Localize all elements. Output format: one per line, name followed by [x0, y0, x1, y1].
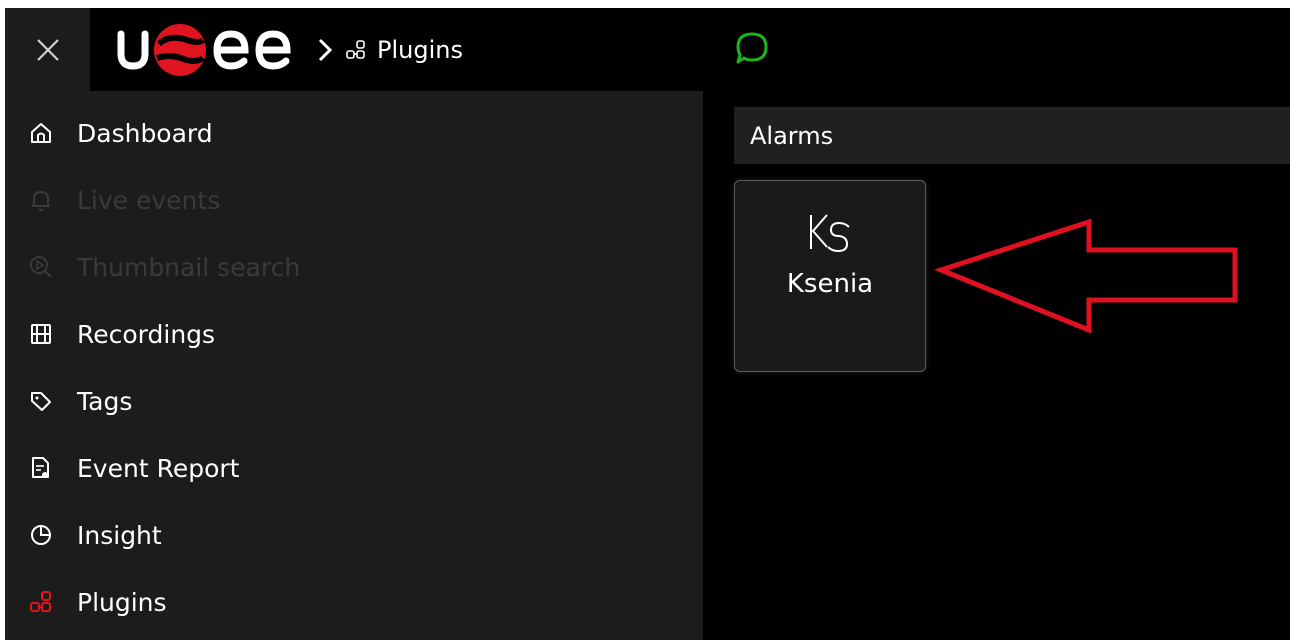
chevron-right-icon: [317, 37, 333, 63]
sidebar-item-label: Dashboard: [77, 118, 213, 148]
breadcrumb-current: Plugins: [377, 36, 463, 64]
home-icon: [29, 121, 53, 145]
app-window: Plugins Dashboard Live events Thumbnail …: [5, 8, 1290, 640]
chat-bubble-icon: [736, 32, 768, 64]
plugin-card-ksenia[interactable]: Ksenia: [734, 180, 926, 372]
tag-icon: [29, 389, 53, 413]
sidebar-item-insight[interactable]: Insight: [5, 510, 703, 560]
breadcrumb: Plugins: [117, 20, 463, 80]
sidebar-item-label: Insight: [77, 520, 162, 550]
annotation-arrow-icon: [935, 218, 1238, 334]
sidebar-item-label: Plugins: [77, 587, 167, 617]
sidebar-item-label: Live events: [77, 185, 221, 215]
play-search-icon: [29, 255, 53, 279]
sidebar-item-recordings[interactable]: Recordings: [5, 309, 703, 359]
chat-button[interactable]: [730, 26, 774, 70]
sidebar-item-thumbnail-search: Thumbnail search: [5, 242, 703, 292]
plugins-icon: [29, 590, 53, 614]
section-header-alarms: Alarms: [734, 107, 1290, 164]
film-icon: [29, 322, 53, 346]
report-icon: [29, 456, 53, 480]
sidebar-item-tags[interactable]: Tags: [5, 376, 703, 426]
pie-chart-icon: [29, 523, 53, 547]
sidebar-item-live-events: Live events: [5, 175, 703, 225]
sidebar-item-label: Thumbnail search: [77, 252, 301, 282]
bell-icon: [29, 188, 53, 212]
sidebar: Dashboard Live events Thumbnail search R…: [5, 91, 703, 640]
sidebar-item-event-report[interactable]: Event Report: [5, 443, 703, 493]
plugin-card-label: Ksenia: [786, 269, 874, 299]
usee-logo[interactable]: [117, 20, 303, 80]
plugins-icon: [345, 39, 367, 61]
close-icon: [36, 38, 59, 61]
section-title: Alarms: [750, 121, 834, 150]
sidebar-item-label: Tags: [77, 386, 133, 416]
sidebar-item-plugins[interactable]: Plugins: [5, 577, 703, 627]
sidebar-item-label: Recordings: [77, 319, 216, 349]
sidebar-item-dashboard[interactable]: Dashboard: [5, 108, 703, 158]
close-button[interactable]: [5, 8, 90, 91]
ksenia-logo-icon: [810, 214, 850, 253]
sidebar-item-label: Event Report: [77, 453, 240, 483]
